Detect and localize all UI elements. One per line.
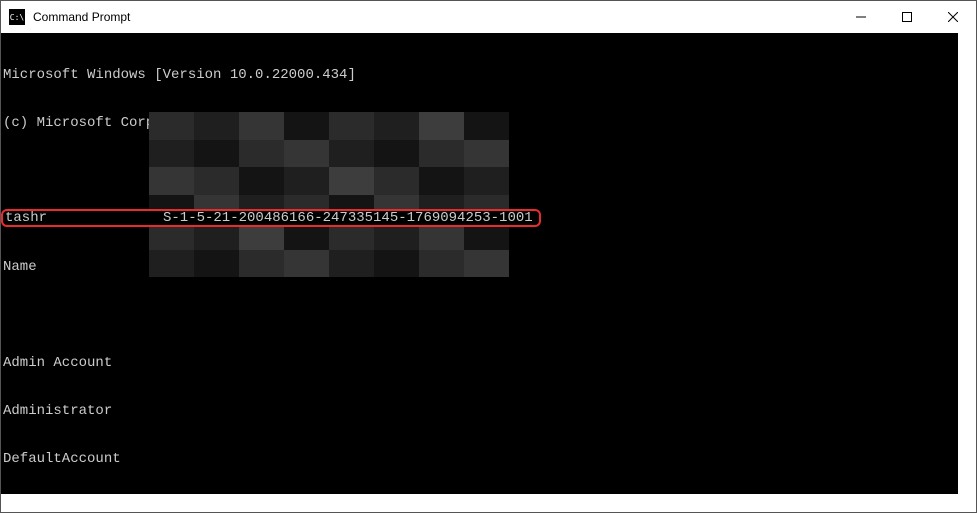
account-sid bbox=[163, 451, 958, 467]
maximize-button[interactable] bbox=[884, 1, 930, 33]
terminal-area[interactable]: Microsoft Windows [Version 10.0.22000.43… bbox=[1, 33, 976, 512]
account-sid bbox=[163, 355, 958, 371]
blank-line bbox=[3, 163, 958, 179]
table-row: DefaultAccount bbox=[3, 451, 958, 467]
header-sid: SID bbox=[163, 259, 958, 275]
account-sid bbox=[163, 403, 958, 419]
cmd-app-icon: C:\ bbox=[9, 9, 25, 25]
table-row: Administrator bbox=[3, 403, 958, 419]
command-prompt-window: C:\ Command Prompt Microsoft Windows [Ve… bbox=[0, 0, 977, 513]
minimize-icon bbox=[856, 12, 866, 22]
minimize-button[interactable] bbox=[838, 1, 884, 33]
highlight-name: tashr bbox=[5, 211, 163, 225]
maximize-icon bbox=[902, 12, 912, 22]
account-name: Administrator bbox=[3, 403, 163, 419]
close-icon bbox=[948, 12, 958, 22]
account-name: Admin Account bbox=[3, 355, 163, 371]
window-title: Command Prompt bbox=[33, 10, 130, 24]
account-name: Guest bbox=[3, 499, 163, 512]
redacted-overlay bbox=[149, 112, 509, 277]
accounts-list: Admin Account Administrator DefaultAccou… bbox=[3, 323, 958, 512]
window-controls bbox=[838, 1, 976, 33]
copyright-line: (c) Microsoft Corporation. All rights re… bbox=[3, 115, 958, 131]
version-line: Microsoft Windows [Version 10.0.22000.43… bbox=[3, 67, 958, 83]
highlight-sid: S-1-5-21-200486166-247335145-1769094253-… bbox=[163, 210, 533, 226]
table-row: Guest bbox=[3, 499, 958, 512]
table-row: Admin Account bbox=[3, 355, 958, 371]
close-button[interactable] bbox=[930, 1, 976, 33]
account-sid bbox=[163, 499, 958, 512]
column-headers: Name SID bbox=[3, 259, 958, 275]
highlighted-row: tashrS-1-5-21-200486166-247335145-176909… bbox=[1, 209, 541, 227]
header-name: Name bbox=[3, 259, 163, 275]
titlebar[interactable]: C:\ Command Prompt bbox=[1, 1, 976, 33]
account-name: DefaultAccount bbox=[3, 451, 163, 467]
